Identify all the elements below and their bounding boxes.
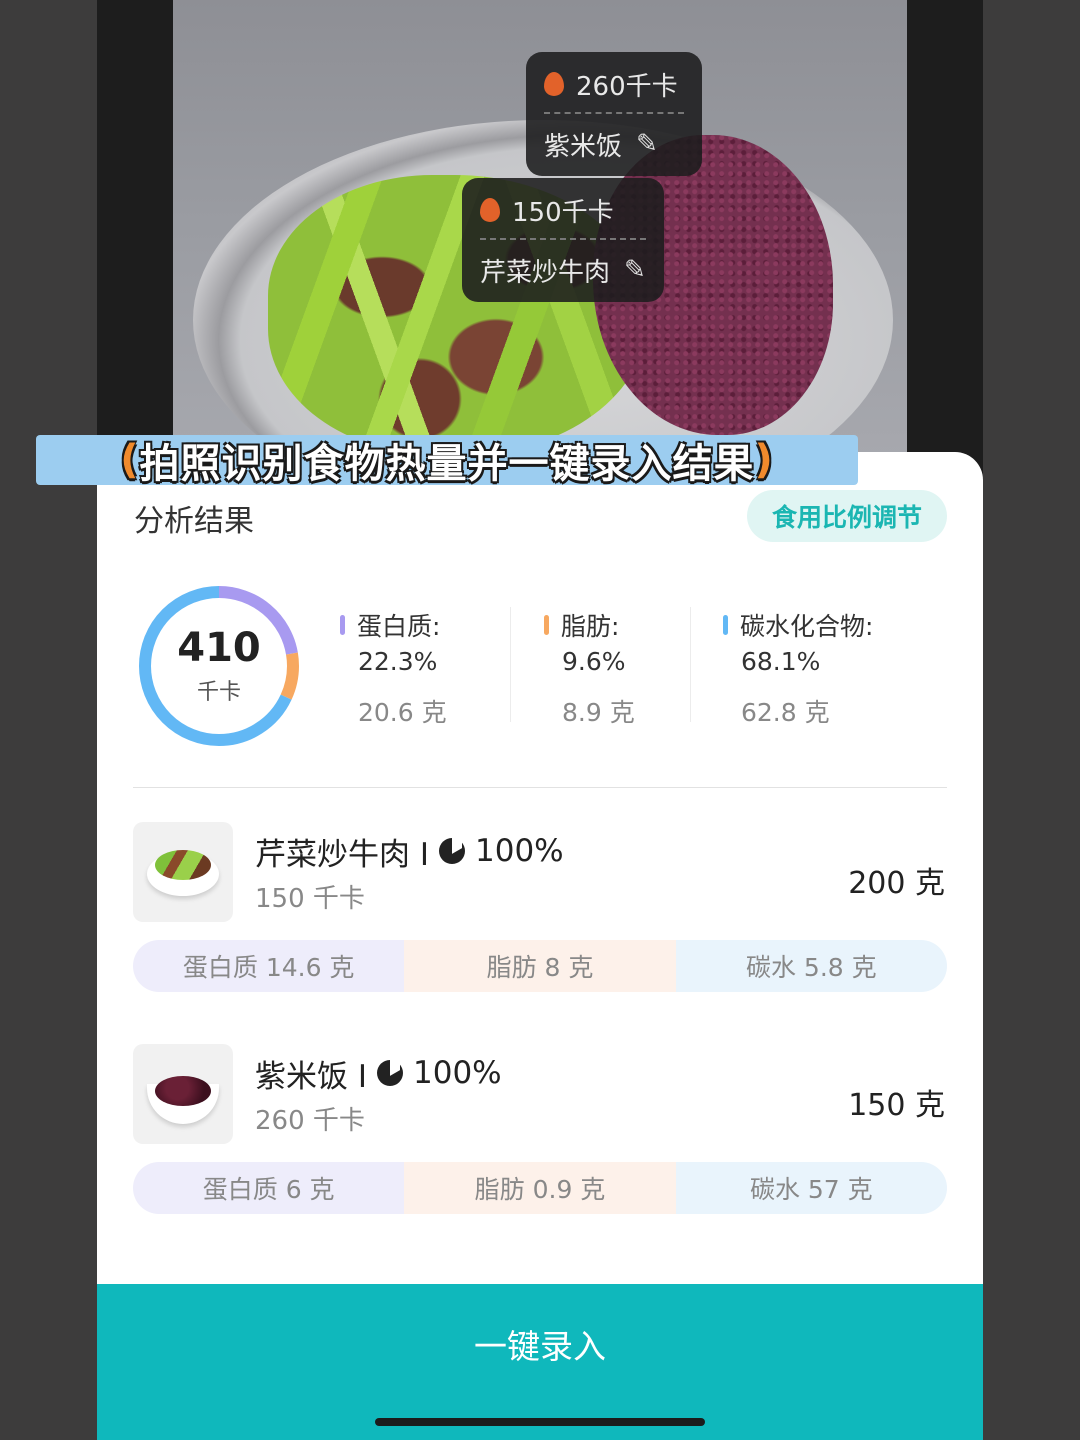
- food-item-title: 芹菜炒牛肉 I 100%: [255, 830, 564, 873]
- section-divider: [133, 787, 947, 788]
- macro-pct: 9.6%: [562, 647, 626, 676]
- portion-ratio-button[interactable]: 食用比例调节: [747, 490, 947, 542]
- food-item-protein: 蛋白质 6 克: [133, 1162, 405, 1214]
- food-tag-purple-rice[interactable]: 260千卡 紫米饭 ✎: [526, 52, 702, 176]
- food-item-portion: 100%: [475, 833, 564, 869]
- food-item-protein: 蛋白质 14.6 克: [133, 940, 405, 992]
- food-tag-name: 紫米饭: [544, 131, 623, 162]
- macro-divider: [690, 607, 691, 722]
- total-kcal-unit: 千卡: [196, 680, 241, 705]
- pencil-icon[interactable]: ✎: [636, 129, 658, 159]
- macro-divider: [510, 607, 511, 722]
- flame-icon: [480, 198, 500, 222]
- food-tag-name: 芹菜炒牛肉: [480, 257, 611, 288]
- food-item-kcal: 260 千卡: [255, 1106, 365, 1136]
- food-item-carbs: 碳水 57 克: [675, 1162, 947, 1214]
- food-item-name: 芹菜炒牛肉 I: [255, 836, 429, 873]
- home-indicator: [375, 1418, 705, 1426]
- food-tag-kcal: 150千卡: [512, 197, 614, 228]
- total-kcal: 410: [177, 625, 261, 671]
- protein-color-bar: [340, 615, 345, 635]
- purple-rice-image: [155, 1076, 211, 1106]
- banner-close-paren: ): [754, 437, 774, 483]
- macro-label: 脂肪:: [561, 612, 620, 641]
- food-tag-celery-beef[interactable]: 150千卡 芹菜炒牛肉 ✎: [462, 178, 664, 302]
- food-item-title: 紫米饭 I 100%: [255, 1052, 502, 1095]
- macro-label: 碳水化合物:: [740, 612, 874, 641]
- pencil-icon[interactable]: ✎: [624, 255, 646, 285]
- food-tag-kcal: 260千卡: [576, 71, 678, 102]
- dashed-divider: [544, 112, 684, 114]
- portion-pie-icon: [377, 1060, 403, 1086]
- banner-text: 拍照识别食物热量并一键录入结果: [139, 441, 755, 487]
- macro-protein: 蛋白质: 22.3% 20.6 克: [340, 607, 447, 727]
- food-photo: 260千卡 紫米饭 ✎ 150千卡 芹菜炒牛肉 ✎: [173, 0, 907, 500]
- banner-open-paren: (: [120, 437, 140, 483]
- food-item-weight[interactable]: 200 克: [848, 858, 945, 902]
- calorie-ring: 410 千卡: [137, 584, 301, 748]
- sheet-title: 分析结果: [134, 504, 254, 539]
- food-item-macro-strip: 蛋白质 14.6 克 脂肪 8 克 碳水 5.8 克: [133, 940, 947, 992]
- macro-label: 蛋白质:: [357, 612, 441, 641]
- food-item-macro-strip: 蛋白质 6 克 脂肪 0.9 克 碳水 57 克: [133, 1162, 947, 1214]
- food-item-weight[interactable]: 150 克: [848, 1080, 945, 1124]
- food-thumbnail: [133, 1044, 233, 1144]
- celery-beef-image: [155, 850, 211, 880]
- analysis-sheet: 分析结果 食用比例调节 410 千卡 蛋白质: 22.3% 20.6 克 脂肪:…: [97, 452, 983, 1440]
- food-item-name: 紫米饭 I: [255, 1058, 367, 1095]
- food-item-fat: 脂肪 0.9 克: [404, 1162, 676, 1214]
- carbs-color-bar: [723, 615, 728, 635]
- food-item-portion: 100%: [413, 1055, 502, 1091]
- food-item-celery-beef[interactable]: 芹菜炒牛肉 I 100% 150 千卡 200 克 蛋白质 14.6 克 脂肪 …: [133, 822, 947, 1002]
- food-thumbnail: [133, 822, 233, 922]
- macro-grams: 8.9 克: [562, 698, 635, 727]
- flame-icon: [544, 72, 564, 96]
- caption-banner: ( 拍照识别食物热量并一键录入结果 ): [36, 435, 858, 487]
- macro-grams: 20.6 克: [358, 698, 447, 727]
- macro-fat: 脂肪: 9.6% 8.9 克: [544, 607, 635, 727]
- food-item-fat: 脂肪 8 克: [404, 940, 676, 992]
- fat-color-bar: [544, 615, 549, 635]
- macro-pct: 22.3%: [358, 647, 438, 676]
- portion-pie-icon: [439, 838, 465, 864]
- dashed-divider: [480, 238, 646, 240]
- food-item-carbs: 碳水 5.8 克: [675, 940, 947, 992]
- macro-pct: 68.1%: [741, 647, 821, 676]
- macro-carbs: 碳水化合物: 68.1% 62.8 克: [723, 607, 873, 727]
- food-item-kcal: 150 千卡: [255, 884, 365, 914]
- macro-grams: 62.8 克: [741, 698, 830, 727]
- food-item-purple-rice[interactable]: 紫米饭 I 100% 260 千卡 150 克 蛋白质 6 克 脂肪 0.9 克…: [133, 1044, 947, 1224]
- one-click-log-button[interactable]: 一键录入: [97, 1284, 983, 1440]
- ring-center: 410 千卡: [137, 584, 301, 748]
